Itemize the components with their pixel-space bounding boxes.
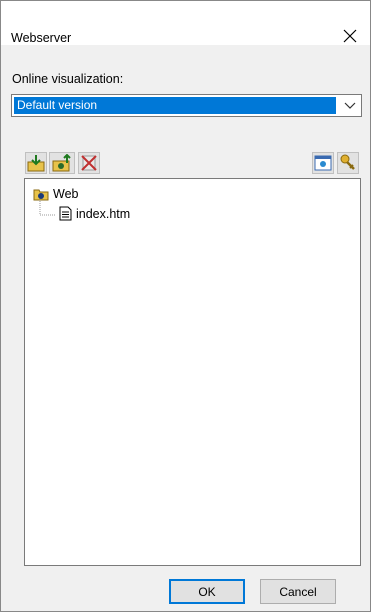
tree-connector [39,201,55,216]
delete-button[interactable] [78,152,100,174]
title-bar: Webserver [1,1,370,45]
web-folder-icon [33,189,49,201]
document-icon [59,206,72,221]
tree-node-label: Web [53,187,79,201]
ok-button[interactable]: OK [169,579,245,604]
online-visualization-select[interactable]: Default version [11,94,362,117]
import-button[interactable] [25,152,47,174]
export-button[interactable] [49,152,75,174]
settings-icon [340,154,355,170]
close-icon [343,29,357,43]
browser-button[interactable] [312,152,334,174]
selected-value: Default version [14,97,336,114]
delete-icon [81,155,97,171]
online-visualization-label: Online visualization: [12,72,124,86]
export-icon [52,154,71,172]
chevron-down-icon [344,102,356,109]
dialog-title: Webserver [11,31,72,45]
close-button[interactable] [338,25,362,47]
file-tree[interactable]: Web index.htm [24,178,361,566]
settings-button[interactable] [337,152,359,174]
tree-node-index[interactable]: index.htm [59,206,130,221]
browser-icon [314,155,332,171]
webserver-dialog: Webserver Online visualization: Default … [0,0,371,612]
cancel-button[interactable]: Cancel [260,579,336,604]
tree-node-web[interactable]: Web [33,187,78,201]
tree-node-label: index.htm [76,206,131,221]
import-icon [27,155,45,172]
